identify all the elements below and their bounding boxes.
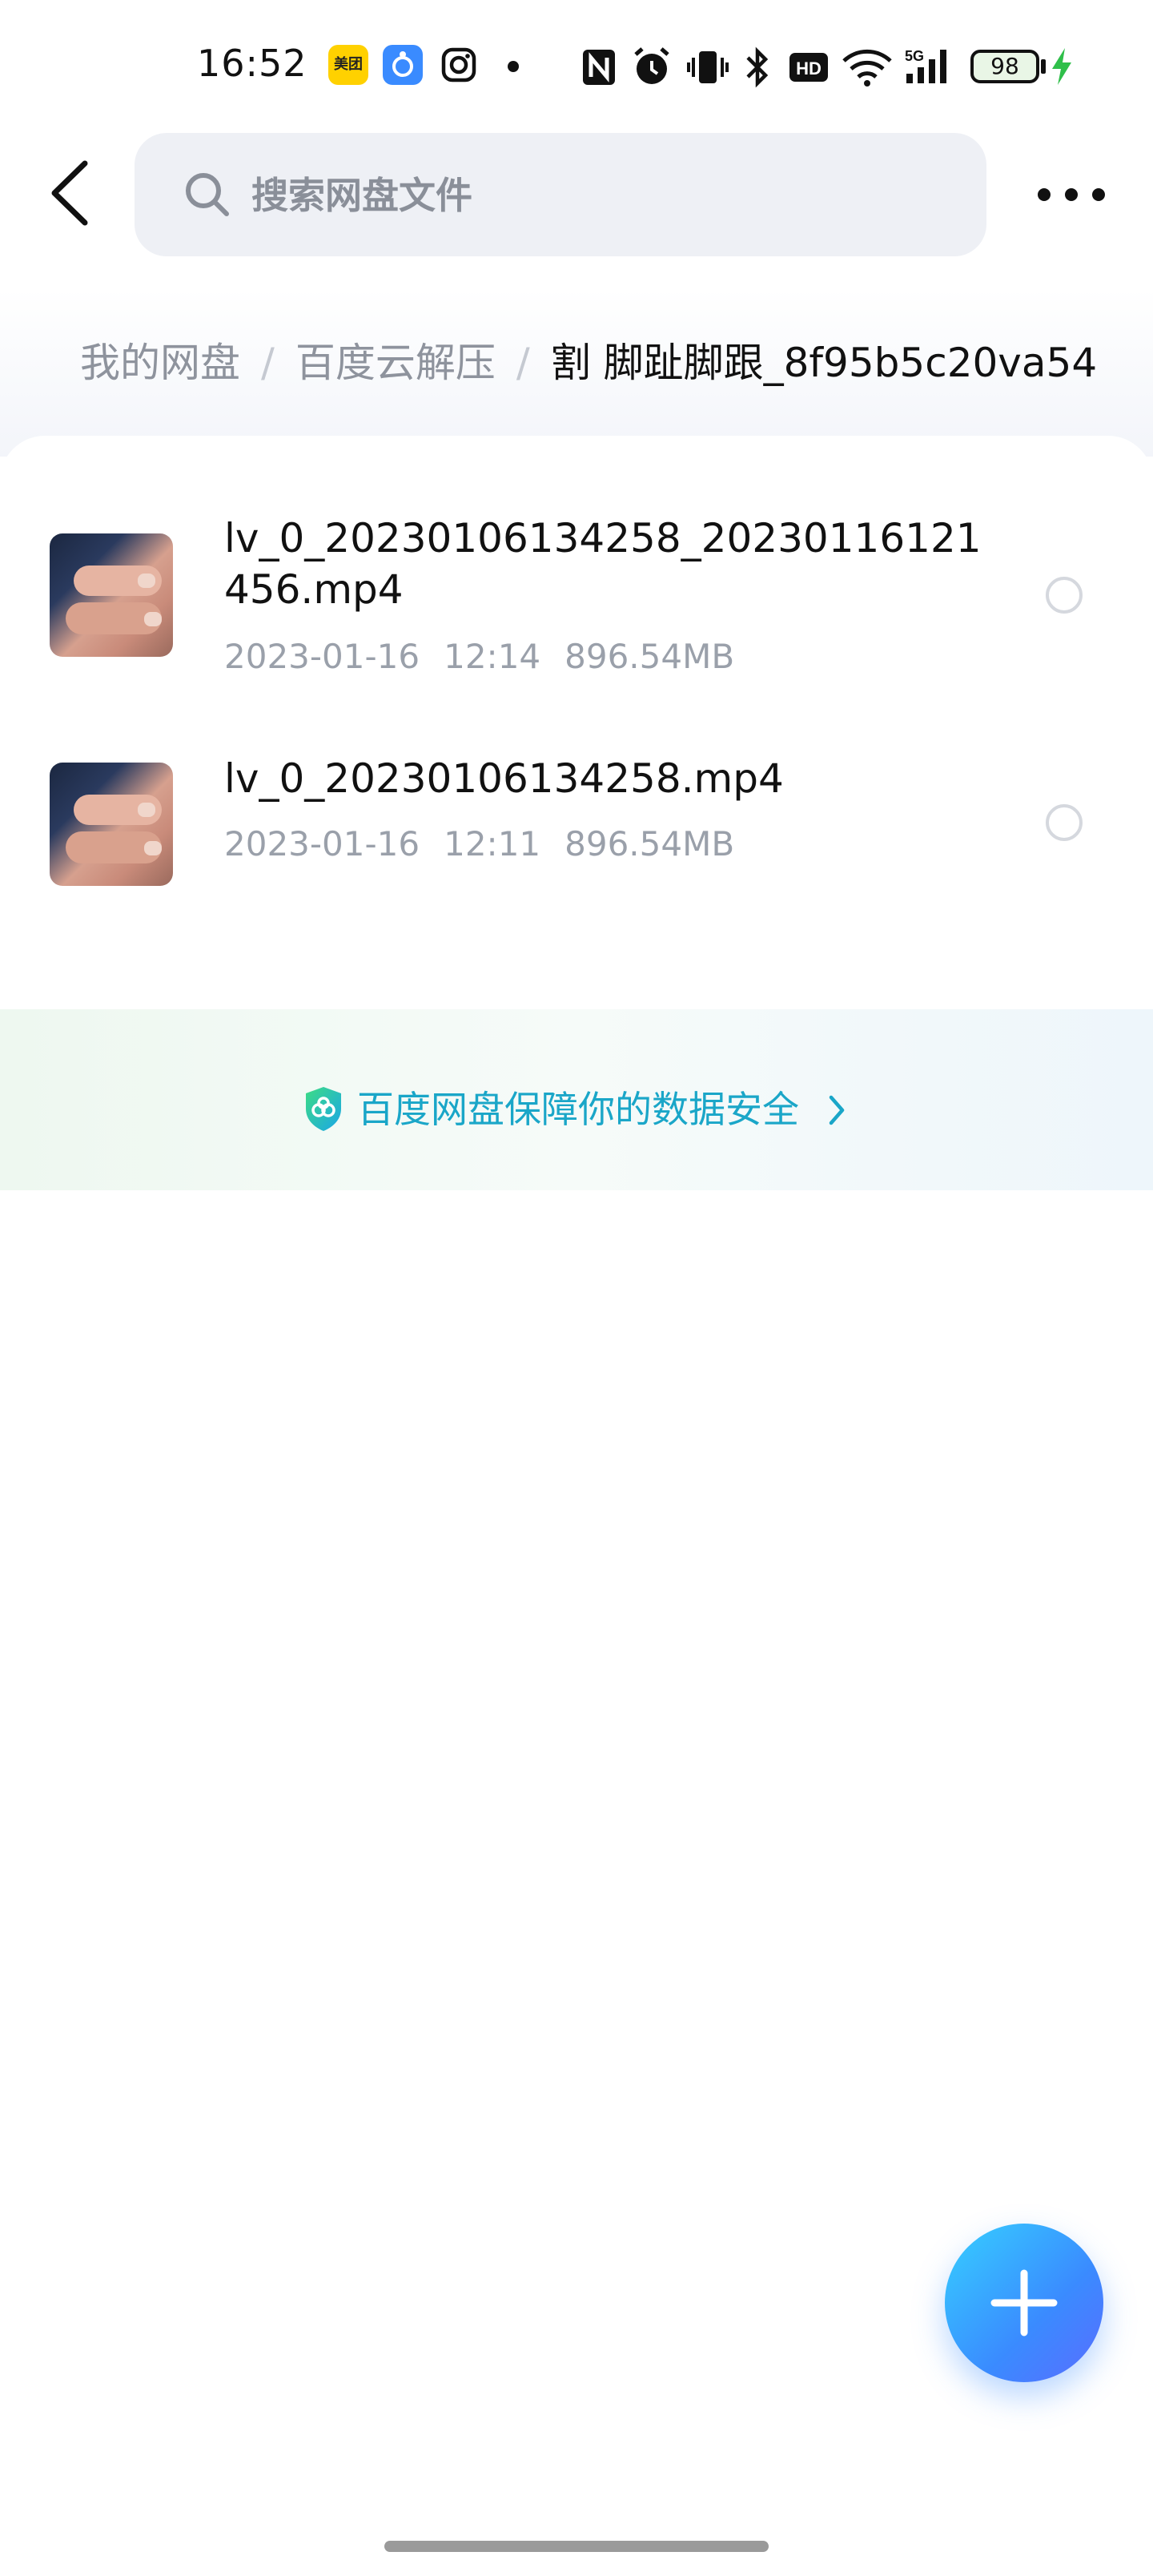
shield-icon: [306, 1087, 341, 1131]
meituan-app-icon: 美团: [328, 45, 368, 85]
list-item[interactable]: lv_0_20230106134258.mp4 2023-01-16 12:11 8…: [0, 735, 1153, 896]
more-options-button[interactable]: [1033, 175, 1110, 215]
file-date: 2023-01-16: [224, 824, 420, 863]
status-time: 16:52: [197, 42, 307, 85]
file-meta: 2023-01-16 12:11 896.54MB: [224, 822, 734, 867]
file-time: 12:11: [444, 824, 541, 863]
file-size: 896.54MB: [564, 824, 735, 863]
chevron-left-icon: [51, 160, 88, 226]
search-placeholder: 搜索网盘文件: [251, 174, 472, 217]
breadcrumb-current-folder: 割 脚趾脚跟_8f95b5c20va54: [550, 340, 1098, 386]
5g-signal-icon: 5G: [905, 48, 946, 83]
hd-icon: HD: [789, 53, 828, 82]
list-item[interactable]: lv_0_20230106134258_20230116121456.mp4 2…: [0, 505, 1153, 689]
breadcrumb: 我的网盘 / 百度云解压 / 割 脚趾脚跟_8f95b5c20va54: [80, 335, 1097, 391]
more-dots-icon: [1038, 188, 1105, 201]
file-date: 2023-01-16: [224, 637, 420, 676]
battery-icon: 98: [970, 50, 1039, 83]
back-button[interactable]: [40, 157, 104, 229]
video-thumbnail: [50, 533, 173, 657]
video-thumbnail: [50, 763, 173, 886]
chevron-right-icon: [829, 1095, 845, 1125]
breadcrumb-item-baidu-unzip[interactable]: 百度云解压: [295, 335, 496, 391]
battery-level: 98: [990, 53, 1019, 79]
select-radio[interactable]: [1046, 577, 1083, 614]
bluetooth-icon: [746, 46, 769, 88]
security-banner-text: 百度网盘保障你的数据安全: [357, 1088, 799, 1131]
file-meta: 2023-01-16 12:14 896.54MB: [224, 634, 734, 679]
alarm-icon: [634, 47, 669, 84]
file-browser-screen: 16:52 美团 HD 5G 98 搜索网盘文件 我的网盘 / 百度云解压 / …: [0, 0, 1153, 2576]
select-radio[interactable]: [1046, 804, 1083, 841]
add-button[interactable]: [945, 2224, 1103, 2382]
charging-icon: [1052, 48, 1071, 85]
vibrate-icon: [687, 51, 729, 83]
breadcrumb-separator: /: [516, 340, 530, 386]
notification-dot: [508, 61, 519, 72]
battery-tip: [1041, 59, 1046, 74]
file-time: 12:14: [444, 637, 541, 676]
thumbnail-shape: [138, 803, 155, 817]
search-icon: [186, 173, 229, 216]
svg-text:HD: HD: [796, 58, 822, 78]
plus-icon: [990, 2269, 1058, 2337]
baidu-app-icon: [383, 45, 423, 85]
svg-text:5G: 5G: [905, 48, 924, 64]
instagram-icon: [441, 47, 476, 83]
search-input[interactable]: 搜索网盘文件: [135, 133, 986, 256]
thumbnail-shape: [144, 612, 162, 626]
breadcrumb-item-my-drive[interactable]: 我的网盘: [80, 335, 240, 391]
meituan-app-label: 美团: [334, 56, 363, 73]
thumbnail-shape: [138, 574, 155, 588]
status-bar: 16:52 美团 HD 5G 98: [0, 0, 1153, 128]
thumbnail-shape: [144, 841, 162, 855]
file-name: lv_0_20230106134258_20230116121456.mp4: [224, 515, 982, 613]
home-indicator[interactable]: [384, 2541, 769, 2552]
nfc-icon: [583, 50, 615, 85]
file-size: 896.54MB: [564, 637, 735, 676]
wifi-icon: [842, 49, 892, 87]
file-name: lv_0_20230106134258.mp4: [224, 755, 784, 802]
breadcrumb-separator: /: [261, 340, 275, 386]
